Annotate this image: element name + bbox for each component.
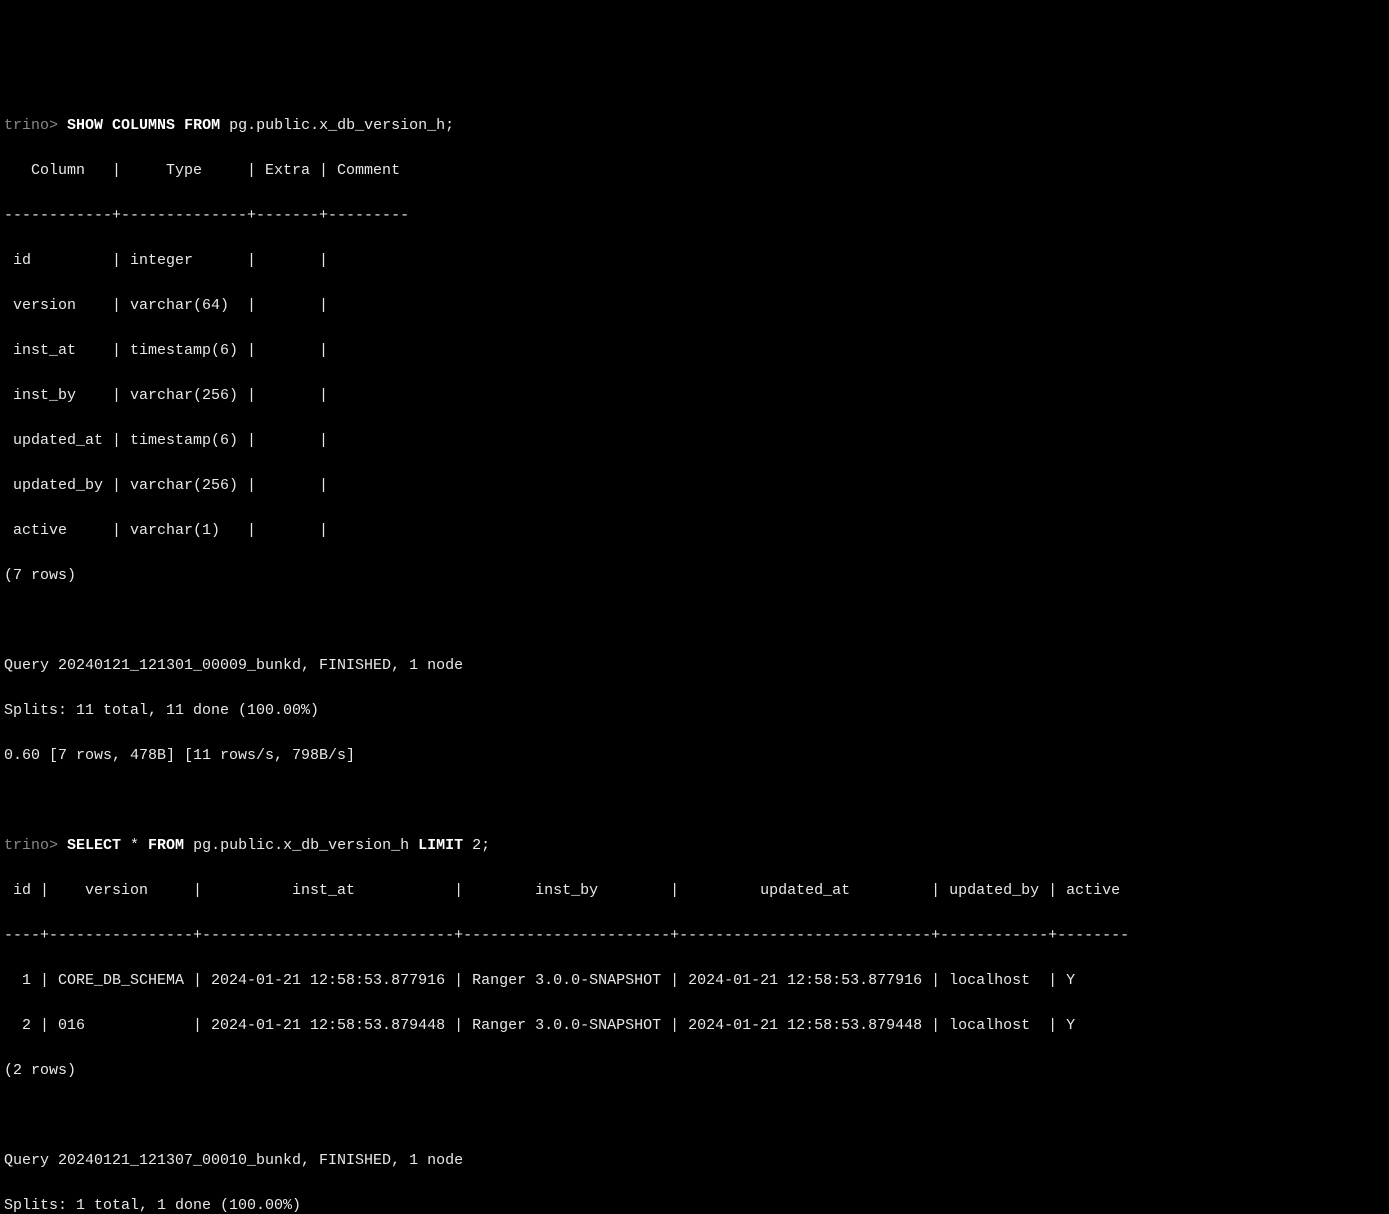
table-row: inst_at | timestamp(6) | | (4, 340, 1385, 363)
table-header: id | version | inst_at | inst_by | updat… (4, 880, 1385, 903)
query-stats: Query 20240121_121307_00010_bunkd, FINIS… (4, 1150, 1385, 1173)
prompt-text: trino> (4, 117, 67, 134)
command-line-1: trino> SHOW COLUMNS FROM pg.public.x_db_… (4, 115, 1385, 138)
table-row: 2 | 016 | 2024-01-21 12:58:53.879448 | R… (4, 1015, 1385, 1038)
sql-keyword: FROM (184, 117, 220, 134)
sql-keyword: SHOW (67, 117, 103, 134)
sql-star: * (121, 837, 148, 854)
table-row: version | varchar(64) | | (4, 295, 1385, 318)
sql-keyword: SELECT (67, 837, 121, 854)
table-separator: ----+----------------+------------------… (4, 925, 1385, 948)
table-separator: ------------+--------------+-------+----… (4, 205, 1385, 228)
sql-keyword: LIMIT (418, 837, 463, 854)
terminal-output[interactable]: trino> SHOW COLUMNS FROM pg.public.x_db_… (4, 92, 1385, 1214)
query-stats: Splits: 1 total, 1 done (100.00%) (4, 1195, 1385, 1214)
table-row: inst_by | varchar(256) | | (4, 385, 1385, 408)
row-count: (7 rows) (4, 565, 1385, 588)
sql-keyword: COLUMNS (112, 117, 175, 134)
sql-arg: 2; (463, 837, 490, 854)
table-row: id | integer | | (4, 250, 1385, 273)
sql-arg: pg.public.x_db_version_h; (220, 117, 454, 134)
query-stats: 0.60 [7 rows, 478B] [11 rows/s, 798B/s] (4, 745, 1385, 768)
blank-line (4, 790, 1385, 813)
sql-arg: pg.public.x_db_version_h (184, 837, 418, 854)
table-row: updated_by | varchar(256) | | (4, 475, 1385, 498)
table-row: 1 | CORE_DB_SCHEMA | 2024-01-21 12:58:53… (4, 970, 1385, 993)
prompt-text: trino> (4, 837, 67, 854)
blank-line (4, 610, 1385, 633)
row-count: (2 rows) (4, 1060, 1385, 1083)
query-stats: Splits: 11 total, 11 done (100.00%) (4, 700, 1385, 723)
table-header: Column | Type | Extra | Comment (4, 160, 1385, 183)
command-line-2: trino> SELECT * FROM pg.public.x_db_vers… (4, 835, 1385, 858)
table-row: active | varchar(1) | | (4, 520, 1385, 543)
query-stats: Query 20240121_121301_00009_bunkd, FINIS… (4, 655, 1385, 678)
sql-keyword: FROM (148, 837, 184, 854)
blank-line (4, 1105, 1385, 1128)
table-row: updated_at | timestamp(6) | | (4, 430, 1385, 453)
